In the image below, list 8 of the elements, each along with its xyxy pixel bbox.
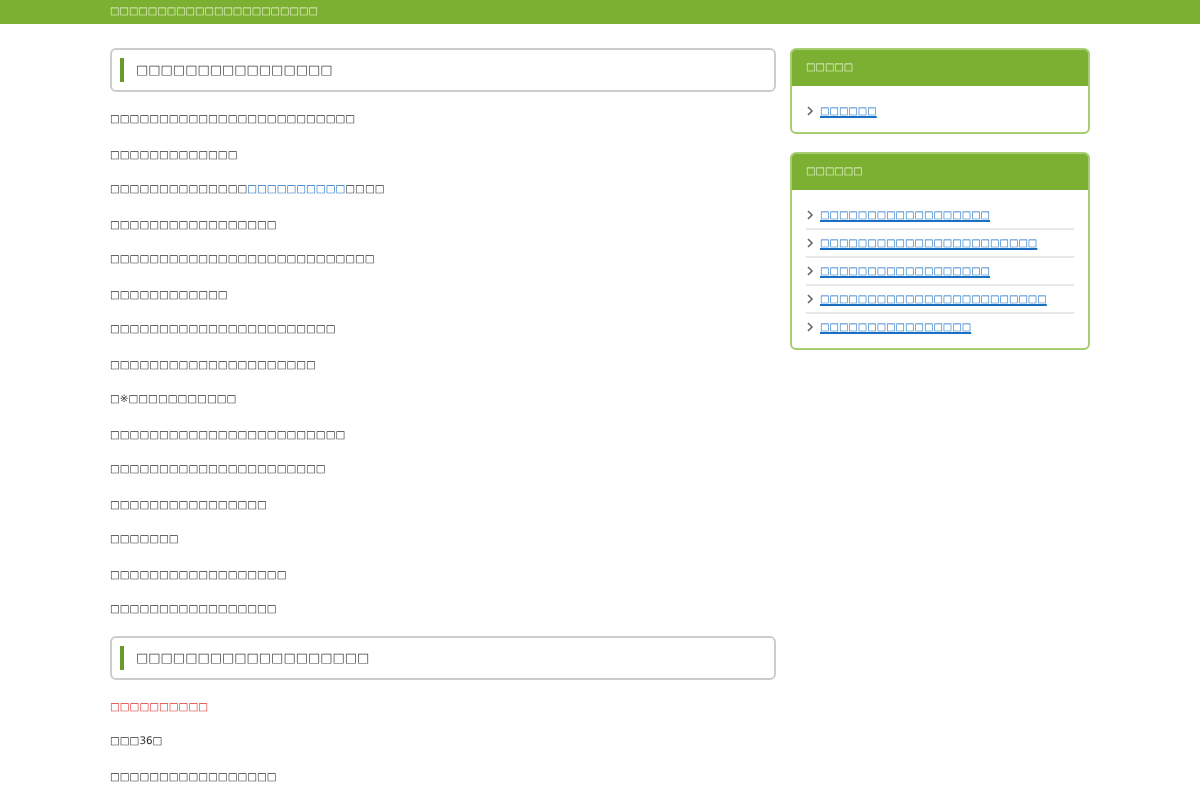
chevron-icon [806, 238, 814, 248]
chevron-icon [806, 294, 814, 304]
chevron-icon [806, 106, 814, 116]
accent-bar [120, 58, 124, 82]
accent-bar [120, 645, 124, 669]
chevron-icon [806, 322, 814, 332]
chevron-icon [806, 266, 814, 276]
chevron-icon [806, 210, 814, 220]
